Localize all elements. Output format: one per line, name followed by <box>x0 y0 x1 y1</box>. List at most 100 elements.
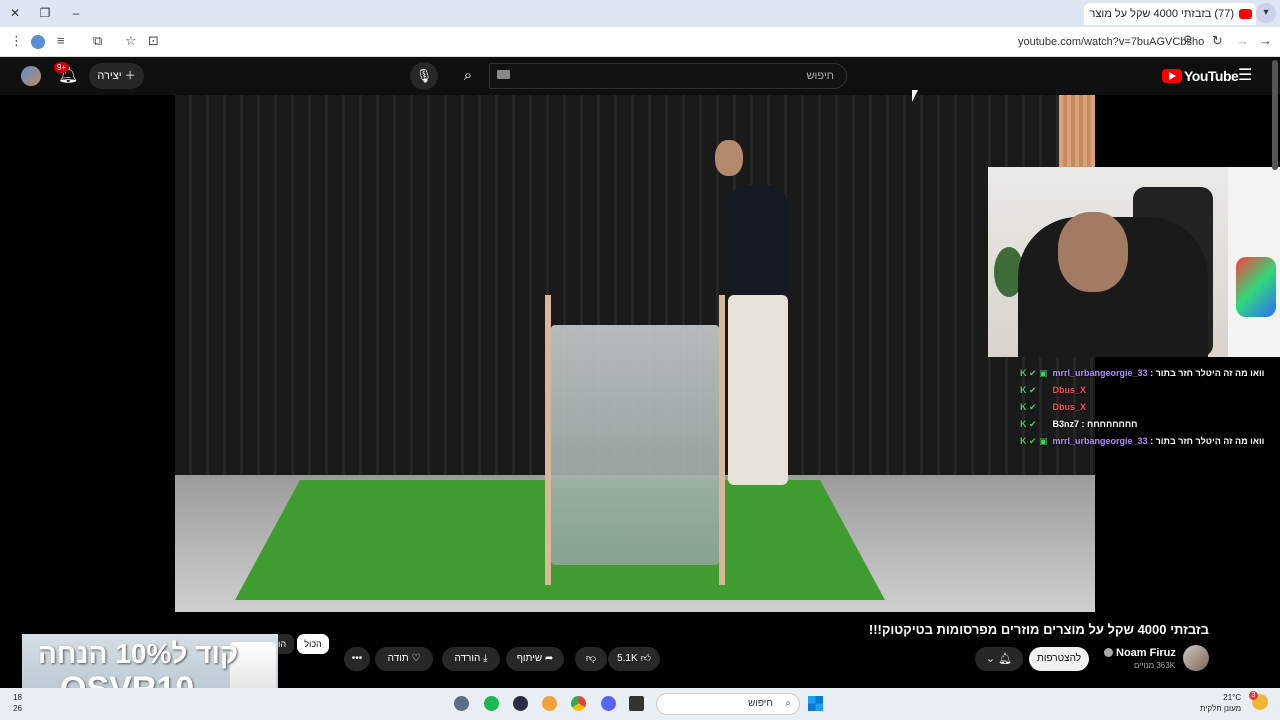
share-button[interactable]: ➦ שיתוף <box>506 647 564 671</box>
menu-kebab-icon[interactable]: ⋮ <box>10 33 23 49</box>
more-actions-button[interactable]: ••• <box>344 647 370 671</box>
page-scrollbar[interactable] <box>1272 60 1278 170</box>
taskbar-clock[interactable]: 18 26 <box>13 692 22 714</box>
guide-menu-icon[interactable]: ☰ <box>1238 65 1252 85</box>
chat-username: B3nz7 <box>1052 419 1080 429</box>
taskbar-search-icon: ⌕ <box>785 698 791 709</box>
video-person-body <box>728 185 788 295</box>
channel-avatar[interactable] <box>1183 645 1209 671</box>
weather-temp: 21°C <box>1223 693 1242 702</box>
bookmark-star-icon[interactable]: ☆ <box>125 33 137 49</box>
window-minimize-icon[interactable]: – <box>66 4 86 22</box>
reload-icon[interactable]: ↻ <box>1212 33 1223 49</box>
mouse-cursor-icon <box>912 90 918 102</box>
app-icon[interactable] <box>513 696 528 711</box>
profile-avatar-icon[interactable] <box>31 35 45 49</box>
notification-settings-button[interactable]: ⌄ 🔔︎ <box>975 647 1023 671</box>
channel-name[interactable]: Noam Firuz <box>1104 647 1176 659</box>
discord-icon[interactable] <box>601 696 616 711</box>
browser-tab[interactable]: (77) בזבזתי 4000 שקל על מוצר <box>1084 3 1256 25</box>
thanks-heart-icon: ♡ <box>411 653 421 664</box>
thanks-label: תודה <box>387 653 409 664</box>
install-app-icon[interactable]: ⊡ <box>148 33 159 49</box>
chat-overlay: K ✔ ▣ mrrl_urbangeorgie_33 : וואו מה זה … <box>1018 354 1280 454</box>
download-label: הורדה <box>454 653 481 664</box>
forward-arrow-icon[interactable]: → <box>1236 33 1249 48</box>
chat-badges-icon: K ✔ <box>1020 402 1037 412</box>
window-close-icon[interactable]: ✕ <box>5 4 25 22</box>
clock-time: 18 <box>13 693 22 702</box>
create-plus-icon: ＋ <box>124 70 136 82</box>
chat-username: Dbus_X <box>1052 402 1087 412</box>
chat-badges-icon: K ✔ <box>1020 385 1037 395</box>
chat-app-icon[interactable] <box>542 696 557 711</box>
browser-toolbar: ⋮ ≡ ⧉ ☆ ⊡ youtube.com/watch?v=7buAGVCbsh… <box>0 27 1280 57</box>
chat-username: Dbus_X <box>1052 385 1087 395</box>
webcam-controller <box>1236 257 1276 317</box>
notifications-badge: 9+ <box>54 62 70 73</box>
taskbar-search-label: חיפוש <box>748 698 773 709</box>
video-player[interactable] <box>175 95 1095 612</box>
windows-start-icon[interactable] <box>808 696 823 711</box>
download-icon: ⤓ <box>483 653 488 664</box>
subscribe-button[interactable]: להצטרפות <box>1029 647 1089 671</box>
video-wooden-frame <box>545 295 725 585</box>
share-icon: ➦ <box>544 653 554 664</box>
webcam-overlay <box>988 167 1280 357</box>
chat-text: : וואו מה זה היטלר חזר בתור <box>1150 436 1265 446</box>
search-input[interactable]: חיפוש <box>489 63 847 89</box>
chat-badges-icon: K ✔ ▣ <box>1020 368 1048 378</box>
chat-message: K ✔ ▣ mrrl_urbangeorgie_33 : וואו מה זה … <box>1020 436 1264 449</box>
chat-badges-icon: K ✔ <box>1020 419 1037 429</box>
thumbs-up-icon: 👍︎ <box>640 653 651 664</box>
settings-gear-icon[interactable] <box>454 696 469 711</box>
chat-text: : חחחחחחחח <box>1081 419 1138 429</box>
create-label: יצירה <box>97 70 122 82</box>
chat-username: mrrl_urbangeorgie_33 <box>1052 436 1148 446</box>
chat-message: K ✔ Dbus_X <box>1020 385 1086 398</box>
youtube-wordmark: YouTube <box>1184 68 1239 84</box>
back-arrow-icon[interactable]: → <box>1259 33 1272 48</box>
subscriber-count: 363K מנויים <box>1134 661 1176 670</box>
create-button[interactable]: ＋ יצירה <box>89 63 144 89</box>
file-explorer-icon[interactable] <box>629 696 644 711</box>
video-person-head <box>715 140 743 176</box>
weather-badge: 3 <box>1249 691 1258 700</box>
account-avatar[interactable] <box>21 66 41 86</box>
taskbar-search[interactable]: חיפוש ⌕ <box>656 693 800 715</box>
search-icon[interactable]: ⌕ <box>448 63 488 89</box>
tab-title: (77) בזבזתי 4000 שקל על מוצר <box>1089 8 1234 20</box>
keyboard-icon[interactable] <box>497 70 510 79</box>
thanks-button[interactable]: ♡ תודה <box>375 647 433 671</box>
site-settings-icon[interactable]: ⚙ <box>1183 33 1193 46</box>
promo-discount-text: קוד ל10% הנחה <box>38 638 239 669</box>
verified-icon <box>1104 648 1113 657</box>
chat-badges-icon: K ✔ ▣ <box>1020 436 1048 446</box>
dislike-button[interactable]: 👎︎ <box>575 647 607 671</box>
browser-tab-bar: ✕ ❐ – + ✕ (77) בזבזתי 4000 שקל על מוצר ▾ <box>0 0 1280 27</box>
like-count: 5.1K <box>617 653 638 664</box>
download-button[interactable]: ⤓ הורדה <box>442 647 500 671</box>
voice-search-mic-icon[interactable]: 🎙︎ <box>410 62 438 90</box>
like-button[interactable]: 👍︎ 5.1K <box>608 647 660 671</box>
address-bar[interactable]: youtube.com/watch?v=7buAGVCbsho <box>1018 36 1204 48</box>
extensions-icon[interactable]: ⧉ <box>93 33 102 49</box>
bell-icon: 🔔︎ <box>998 653 1013 665</box>
spotify-icon[interactable] <box>484 696 499 711</box>
chevron-down-icon: ⌄ <box>985 653 996 665</box>
windows-taskbar: 18 26 חיפוש ⌕ 21°C מעונן חלקית 3 <box>0 688 1280 720</box>
youtube-header: 🔔︎ 9+ ＋ יצירה 🎙︎ ⌕ חיפוש YouTube ☰ <box>0 57 1280 95</box>
chip-all[interactable]: הכול <box>297 634 329 654</box>
chrome-icon[interactable] <box>571 696 586 711</box>
weather-widget[interactable]: 21°C מעונן חלקית <box>1200 692 1241 714</box>
tab-search-chevron-icon[interactable]: ▾ <box>1256 3 1276 23</box>
video-person-legs <box>728 295 788 485</box>
chat-message: K ✔ Dbus_X <box>1020 402 1086 415</box>
chat-username: mrrl_urbangeorgie_33 <box>1052 368 1148 378</box>
reading-list-icon[interactable]: ≡ <box>57 33 65 48</box>
window-restore-icon[interactable]: ❐ <box>35 4 55 22</box>
youtube-play-icon <box>1162 69 1182 83</box>
thumbs-down-icon: 👎︎ <box>585 653 597 664</box>
chat-message: K ✔ ▣ mrrl_urbangeorgie_33 : וואו מה זה … <box>1020 368 1264 381</box>
youtube-favicon-icon <box>1239 9 1252 19</box>
